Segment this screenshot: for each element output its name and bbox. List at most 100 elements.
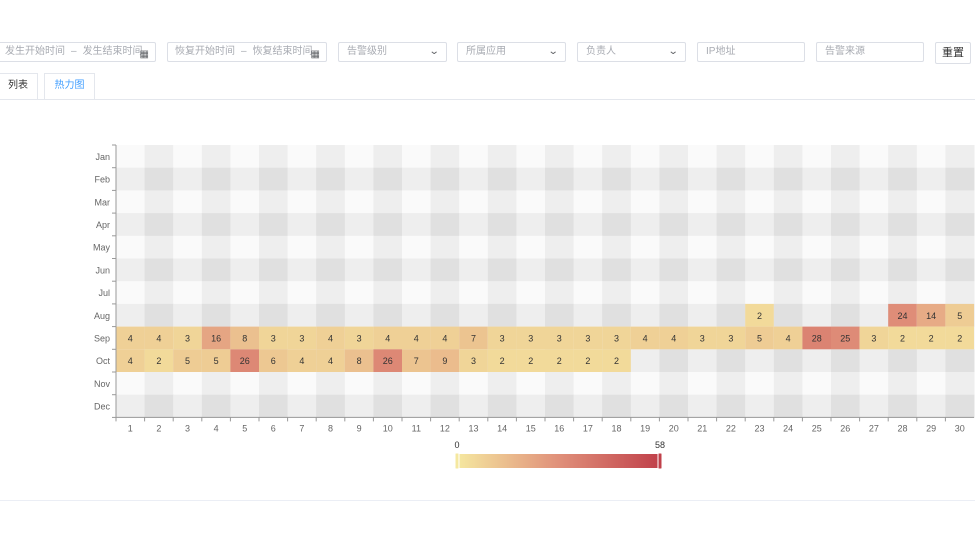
x-tick-label: 24 (783, 423, 793, 433)
background-cell (945, 235, 975, 259)
background-cell (287, 303, 317, 328)
background-cell (888, 235, 918, 259)
background-cell (459, 281, 489, 305)
background-cell (716, 303, 746, 328)
background-cell (888, 213, 918, 237)
background-cell (945, 145, 975, 169)
background-cell (773, 167, 803, 191)
cell-value-label: 2 (929, 333, 934, 343)
background-cell (773, 145, 803, 169)
bottom-divider (0, 500, 975, 501)
background-cell (344, 303, 374, 328)
background-cell (773, 235, 803, 259)
y-tick-label: Jul (98, 288, 110, 298)
cell-value-label: 4 (414, 333, 419, 343)
background-cell (259, 372, 289, 396)
background-cell (545, 258, 575, 282)
background-cell (516, 167, 546, 191)
background-cell (802, 372, 832, 396)
background-cell (316, 281, 346, 305)
background-cell (545, 167, 575, 191)
background-cell (545, 281, 575, 305)
background-cell (316, 303, 346, 328)
background-cell (201, 213, 231, 237)
visual-map-legend: 0 58 (454, 440, 665, 470)
background-cell (287, 394, 317, 418)
background-cell (859, 235, 889, 259)
background-cell (316, 258, 346, 282)
background-cell (745, 258, 775, 282)
background-cell (116, 213, 146, 237)
background-cell (201, 281, 231, 305)
background-cell (116, 167, 146, 191)
background-cell (831, 167, 861, 191)
y-tick-label: Feb (94, 175, 110, 185)
background-cell (745, 349, 775, 373)
x-tick-label: 30 (955, 423, 965, 433)
background-cell (287, 145, 317, 169)
background-cell (716, 372, 746, 396)
background-cell (402, 213, 432, 237)
background-cell (888, 349, 918, 373)
x-tick-label: 21 (697, 423, 707, 433)
background-cell (487, 303, 517, 328)
background-cell (602, 372, 632, 396)
background-cell (344, 145, 374, 169)
background-cell (344, 281, 374, 305)
background-cell (773, 281, 803, 305)
background-cell (688, 145, 718, 169)
background-cell (430, 258, 460, 282)
background-cell (573, 281, 603, 305)
background-cell (573, 145, 603, 169)
cell-value-label: 3 (728, 333, 733, 343)
visual-map-max-handle[interactable] (657, 452, 663, 470)
visual-map-min-handle[interactable] (454, 452, 460, 470)
background-cell (173, 372, 203, 396)
x-tick-label: 9 (357, 423, 362, 433)
background-cell (259, 235, 289, 259)
background-cell (716, 145, 746, 169)
background-cell (630, 145, 660, 169)
background-cell (344, 213, 374, 237)
cell-value-label: 3 (585, 333, 590, 343)
x-tick-label: 23 (754, 423, 764, 433)
cell-value-label: 2 (500, 356, 505, 366)
background-cell (516, 394, 546, 418)
background-cell (430, 190, 460, 214)
cell-value-label: 3 (185, 333, 190, 343)
background-cell (802, 349, 832, 373)
background-cell (459, 190, 489, 214)
background-cell (602, 394, 632, 418)
background-cell (144, 167, 174, 191)
x-tick-label: 29 (926, 423, 936, 433)
background-cell (201, 190, 231, 214)
background-cell (659, 394, 689, 418)
x-tick-label: 11 (412, 423, 421, 433)
background-cell (945, 213, 975, 237)
background-cell (344, 372, 374, 396)
background-cell (716, 235, 746, 259)
background-cell (459, 235, 489, 259)
background-cell (659, 213, 689, 237)
background-cell (402, 394, 432, 418)
background-cell (573, 394, 603, 418)
background-cell (688, 303, 718, 328)
background-cell (630, 167, 660, 191)
background-cell (430, 394, 460, 418)
background-cell (545, 190, 575, 214)
background-cell (916, 394, 946, 418)
background-cell (659, 349, 689, 373)
background-cell (773, 349, 803, 373)
background-cell (916, 213, 946, 237)
background-cell (573, 190, 603, 214)
background-cell (831, 258, 861, 282)
background-cell (373, 258, 403, 282)
background-cell (116, 190, 146, 214)
background-cell (487, 190, 517, 214)
background-cell (802, 213, 832, 237)
background-cell (859, 145, 889, 169)
background-cell (402, 190, 432, 214)
cell-value-label: 5 (185, 356, 190, 366)
background-cell (344, 258, 374, 282)
background-cell (459, 258, 489, 282)
